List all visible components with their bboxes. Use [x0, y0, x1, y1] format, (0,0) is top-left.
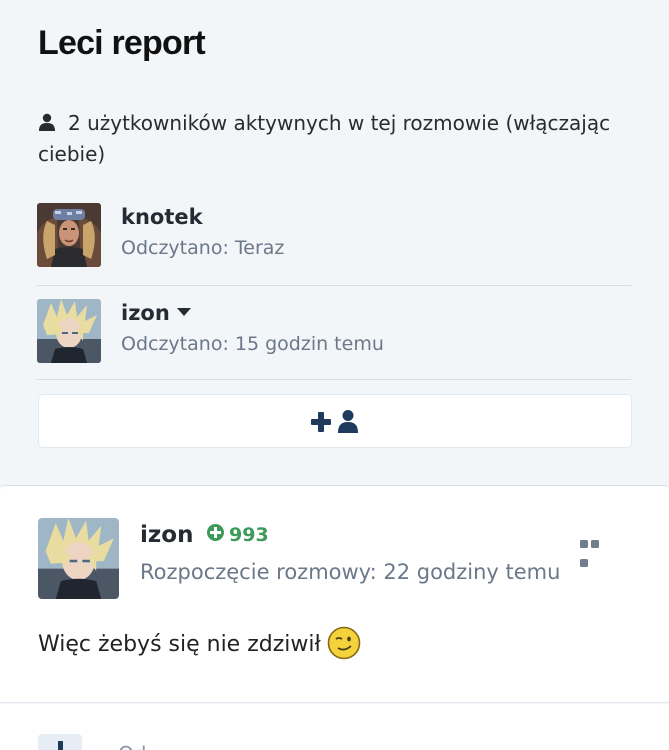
read-status: Odczytano: 15 godzin temu	[121, 333, 384, 355]
more-options-icon[interactable]	[580, 533, 612, 567]
message-card: izon 993 Rozpoczęcie rozmowy: 22 godziny…	[0, 485, 669, 703]
avatar[interactable]	[37, 203, 101, 267]
reputation-badge[interactable]: 993	[207, 524, 269, 546]
plus-icon	[311, 412, 331, 432]
user-icon	[338, 410, 358, 433]
plus-circle-icon	[207, 524, 224, 541]
divider	[37, 379, 631, 380]
divider	[37, 285, 631, 286]
reputation-count: 993	[229, 524, 269, 546]
participants-summary: 2 użytkowników aktywnych w tej rozmowie …	[38, 108, 628, 170]
chevron-down-icon[interactable]	[176, 308, 191, 316]
reply-avatar	[38, 734, 82, 750]
participant-name[interactable]: izon	[121, 301, 191, 325]
reply-bar: Od...	[0, 704, 669, 750]
add-participant-button[interactable]	[38, 394, 632, 448]
page-title: Leci report	[38, 24, 206, 62]
participant-row: knotek Odczytano: Teraz	[37, 203, 631, 267]
avatar[interactable]	[38, 518, 119, 599]
wink-emoji-icon	[327, 626, 361, 660]
participants-summary-text: 2 użytkowników aktywnych w tej rozmowie …	[38, 111, 611, 166]
read-status: Odczytano: Teraz	[121, 237, 285, 259]
reply-placeholder[interactable]: Od...	[118, 742, 166, 750]
message-body: Więc żebyś się nie zdziwił	[38, 626, 361, 660]
message-text: Więc żebyś się nie zdziwił	[38, 632, 321, 657]
message-author[interactable]: izon	[140, 522, 193, 548]
avatar[interactable]	[37, 299, 101, 363]
participant-row: izon Odczytano: 15 godzin temu	[37, 299, 631, 363]
user-icon	[39, 113, 55, 131]
conversation-started: Rozpoczęcie rozmowy: 22 godziny temu	[140, 560, 561, 584]
participant-name[interactable]: knotek	[121, 205, 203, 229]
